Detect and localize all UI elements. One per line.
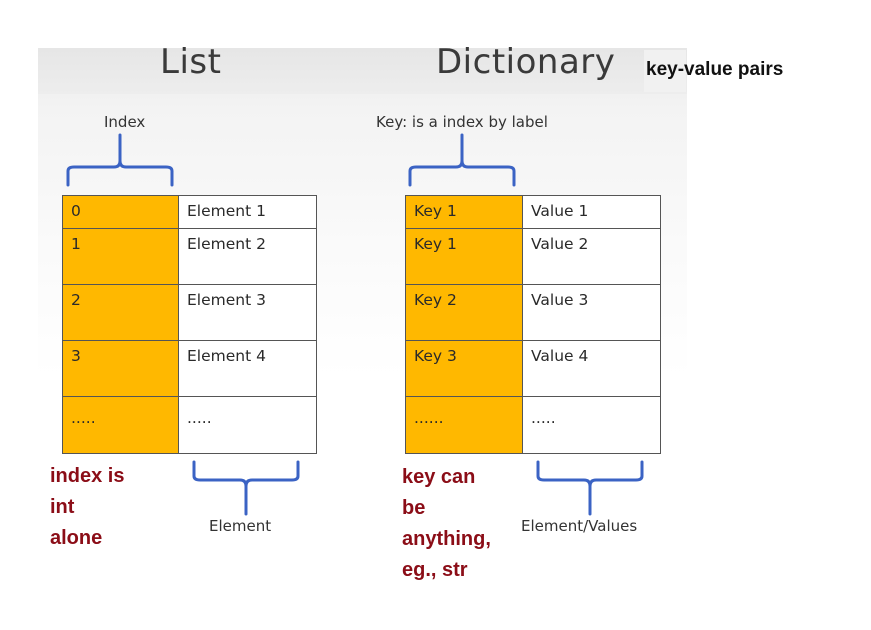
list-note-line: int (50, 496, 75, 518)
dictionary-note-line: be (402, 497, 426, 519)
list-note-line: alone (50, 527, 103, 549)
key-cell: Key 2 (405, 284, 523, 341)
dictionary-note: key can be anything, eg., str (402, 462, 491, 586)
element-cell: Element 4 (178, 340, 317, 397)
dictionary-note-line: anything, (402, 528, 491, 550)
list-note-line: index is (50, 465, 125, 487)
key-cell: Key 3 (405, 340, 523, 397)
list-table: 0 Element 1 1 Element 2 2 Element 3 3 El… (62, 195, 317, 454)
list-note: index is int alone (50, 461, 124, 554)
table-row: 0 Element 1 (62, 195, 317, 229)
element-label: Element (209, 517, 272, 535)
index-cell: 0 (62, 195, 179, 229)
key-cell: ...... (405, 396, 523, 454)
index-cell: 2 (62, 284, 179, 341)
index-label: Index (104, 113, 146, 131)
element-brace (192, 460, 300, 516)
element-cell: Element 2 (178, 228, 317, 285)
element-values-label: Element/Values (521, 517, 638, 535)
key-label: Key: is a index by label (376, 113, 548, 131)
index-cell: 1 (62, 228, 179, 285)
table-row: Key 1 Value 2 (405, 228, 661, 285)
key-cell: Key 1 (405, 228, 523, 285)
key-brace (408, 133, 516, 187)
key-value-pairs-note: key-value pairs (646, 59, 784, 80)
value-cell: Value 4 (522, 340, 661, 397)
values-brace (536, 460, 644, 516)
element-cell: Element 1 (178, 195, 317, 229)
table-row: Key 2 Value 3 (405, 284, 661, 341)
dictionary-note-line: key can (402, 466, 476, 488)
element-cell: ..... (178, 396, 317, 454)
dictionary-title: Dictionary (436, 42, 616, 82)
value-cell: Value 3 (522, 284, 661, 341)
value-cell: ..... (522, 396, 661, 454)
index-brace (66, 133, 174, 187)
table-row: 3 Element 4 (62, 340, 317, 397)
table-row: Key 1 Value 1 (405, 195, 661, 229)
element-cell: Element 3 (178, 284, 317, 341)
table-row: ..... ..... (62, 396, 317, 454)
table-row: 1 Element 2 (62, 228, 317, 285)
dictionary-note-line: eg., str (402, 559, 468, 581)
index-cell: ..... (62, 396, 179, 454)
key-cell: Key 1 (405, 195, 523, 229)
table-row: Key 3 Value 4 (405, 340, 661, 397)
dictionary-table: Key 1 Value 1 Key 1 Value 2 Key 2 Value … (405, 195, 661, 454)
value-cell: Value 2 (522, 228, 661, 285)
value-cell: Value 1 (522, 195, 661, 229)
table-row: 2 Element 3 (62, 284, 317, 341)
index-cell: 3 (62, 340, 179, 397)
list-title: List (160, 42, 222, 82)
table-row: ...... ..... (405, 396, 661, 454)
